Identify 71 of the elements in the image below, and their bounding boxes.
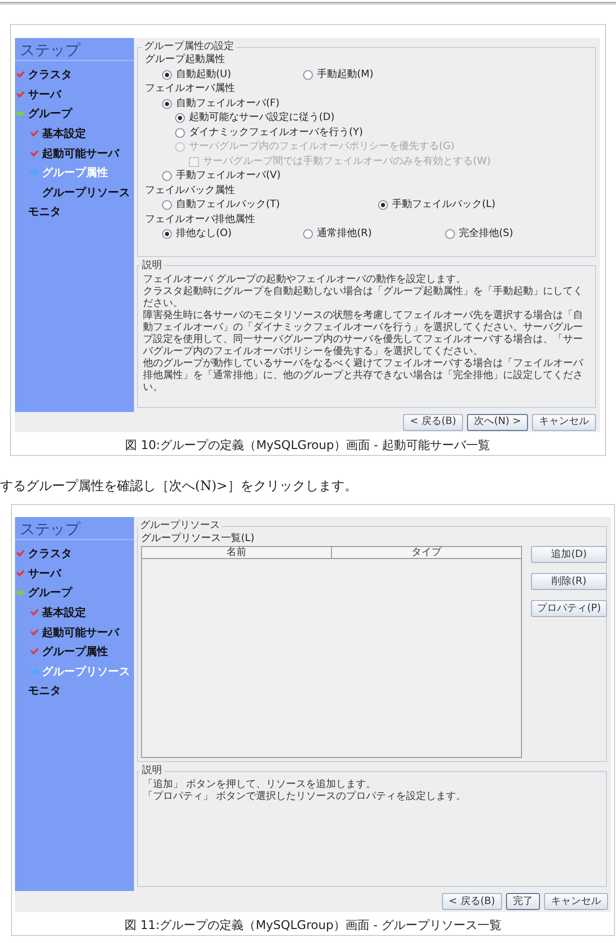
radio-option[interactable]: 自動フェイルバック(T) [162, 198, 280, 212]
step-item: モニタ [27, 204, 61, 220]
check-icon [30, 648, 39, 656]
action-button[interactable]: プロパティ(P) [531, 600, 607, 617]
description-text: 「追加」 ボタンを押して、リソースを追加します。 [143, 779, 378, 790]
figure-caption: 図 10:グループの定義（MySQLGroup）画面 - 起動可能サーバ一覧 [125, 437, 490, 454]
check-icon [16, 550, 25, 558]
description-text: 「プロパティ」 ボタンで選択したリソースのプロパティを設定します。 [143, 791, 468, 803]
section-label: フェイルバック属性 [145, 184, 235, 198]
radio-option[interactable]: ダイナミックフェイルオーバを行う(Y) [175, 126, 363, 140]
section-label: フェイルオーバ属性 [145, 82, 235, 96]
wizard-button[interactable]: キャンセル [532, 414, 596, 430]
radio-option[interactable]: 自動フェイルオーバ(F) [162, 96, 280, 111]
wizard-button[interactable]: 完了 [506, 893, 540, 910]
figure-caption: 図 11:グループの定義（MySQLGroup）画面 - グループリソース一覧 [124, 917, 502, 934]
check-icon [16, 71, 25, 78]
radio-option[interactable]: 手動起動(M) [303, 68, 374, 82]
group-title: グループ属性の設定 [143, 41, 235, 53]
list-label: グループリソース一覧(L) [141, 532, 254, 545]
step-item: グループリソース [15, 662, 130, 682]
arrow-icon [30, 169, 39, 176]
step-item: クラスタ [15, 65, 72, 85]
step-item: 基本設定 [15, 124, 86, 144]
instruction-text: するグループ属性を確認し［次へ(N)>］をクリックします。 [0, 478, 358, 496]
sidebar-title: ステップ [19, 40, 80, 60]
step-item: グループリソース [41, 184, 130, 201]
radio-option[interactable]: 自動起動(U) [162, 68, 232, 82]
column-header[interactable]: タイプ [332, 547, 521, 558]
radio-option[interactable]: 通常排他(R) [303, 227, 372, 242]
check-icon [30, 150, 39, 157]
group-title: 説明 [141, 260, 163, 272]
step-item: 基本設定 [15, 602, 86, 622]
group-title: 説明 [141, 765, 163, 777]
step-item: グループ [15, 104, 72, 124]
description-text: 障害発生時に各サーバのモニタリソースの状態を考慮してフェイルオーバ先を選択する場合は「自動フェイルオーバ」の「ダイナミックフェイルオーバを行う」を選択してください。サーバグループ設定を使用して、同一サーバグループ内のサーバを優先してフェイルオーバする場合は、「サーバグループ内のフェイルオーバポリシーを優先する」を選択してください。 [143, 310, 584, 358]
check-icon [16, 570, 25, 577]
step-item: クラスタ [15, 544, 72, 564]
step-item: 起動可能サーバ [15, 143, 119, 163]
description-text: 他のグループが動作しているサーバをなるべく避けてフェイルオーバする場合は「フェイルオーバ排他属性」を「通常排他」に、他のグループと共存できない場合は「完全排他」に設定してください。 [143, 358, 584, 394]
check-icon [30, 130, 39, 138]
arrow-icon [16, 110, 25, 118]
step-item: グループ属性 [15, 642, 108, 662]
radio-option[interactable]: 排他なし(O) [162, 227, 232, 242]
arrow-icon [30, 668, 39, 675]
action-button[interactable]: 追加(D) [531, 546, 607, 563]
wizard-button[interactable]: 次へ(N) > [467, 414, 528, 430]
wizard-button[interactable]: < 戻る(B) [442, 893, 502, 910]
step-item: グループ [15, 583, 72, 603]
step-item: サーバ [15, 84, 61, 104]
radio-option[interactable]: 手動フェイルバック(L) [378, 198, 496, 212]
group-title: グループリソース [139, 520, 221, 532]
check-icon [16, 90, 25, 98]
arrow-icon [16, 589, 25, 596]
check-icon [30, 628, 39, 636]
sidebar-title: ステップ [19, 519, 80, 539]
radio-option[interactable]: 完全排他(S) [445, 227, 514, 242]
wizard-button[interactable]: キャンセル [544, 893, 608, 910]
column-header[interactable]: 名前 [142, 547, 332, 558]
action-button[interactable]: 削除(R) [531, 573, 607, 590]
description-text: クラスタ起動時にグループを自動起動しない場合は「グループ起動属性」を「手動起動」にしてください。 [143, 286, 584, 310]
step-item: グループ属性 [15, 162, 108, 183]
wizard-button[interactable]: < 戻る(B) [402, 414, 464, 430]
step-item: モニタ [27, 683, 61, 700]
step-item: サーバ [15, 564, 61, 584]
section-label: フェイルオーバ排他属性 [145, 212, 255, 226]
section-label: グループ起動属性 [145, 53, 225, 67]
radio-option[interactable]: 手動フェイルオーバ(V) [162, 169, 281, 184]
description-text: フェイルオーバ グループの起動やフェイルオーバの動作を設定します。 [143, 274, 468, 286]
check-icon [30, 609, 39, 616]
step-item: 起動可能サーバ [15, 622, 119, 642]
radio-option[interactable]: 起動可能なサーバ設定に従う(D) [175, 111, 335, 126]
